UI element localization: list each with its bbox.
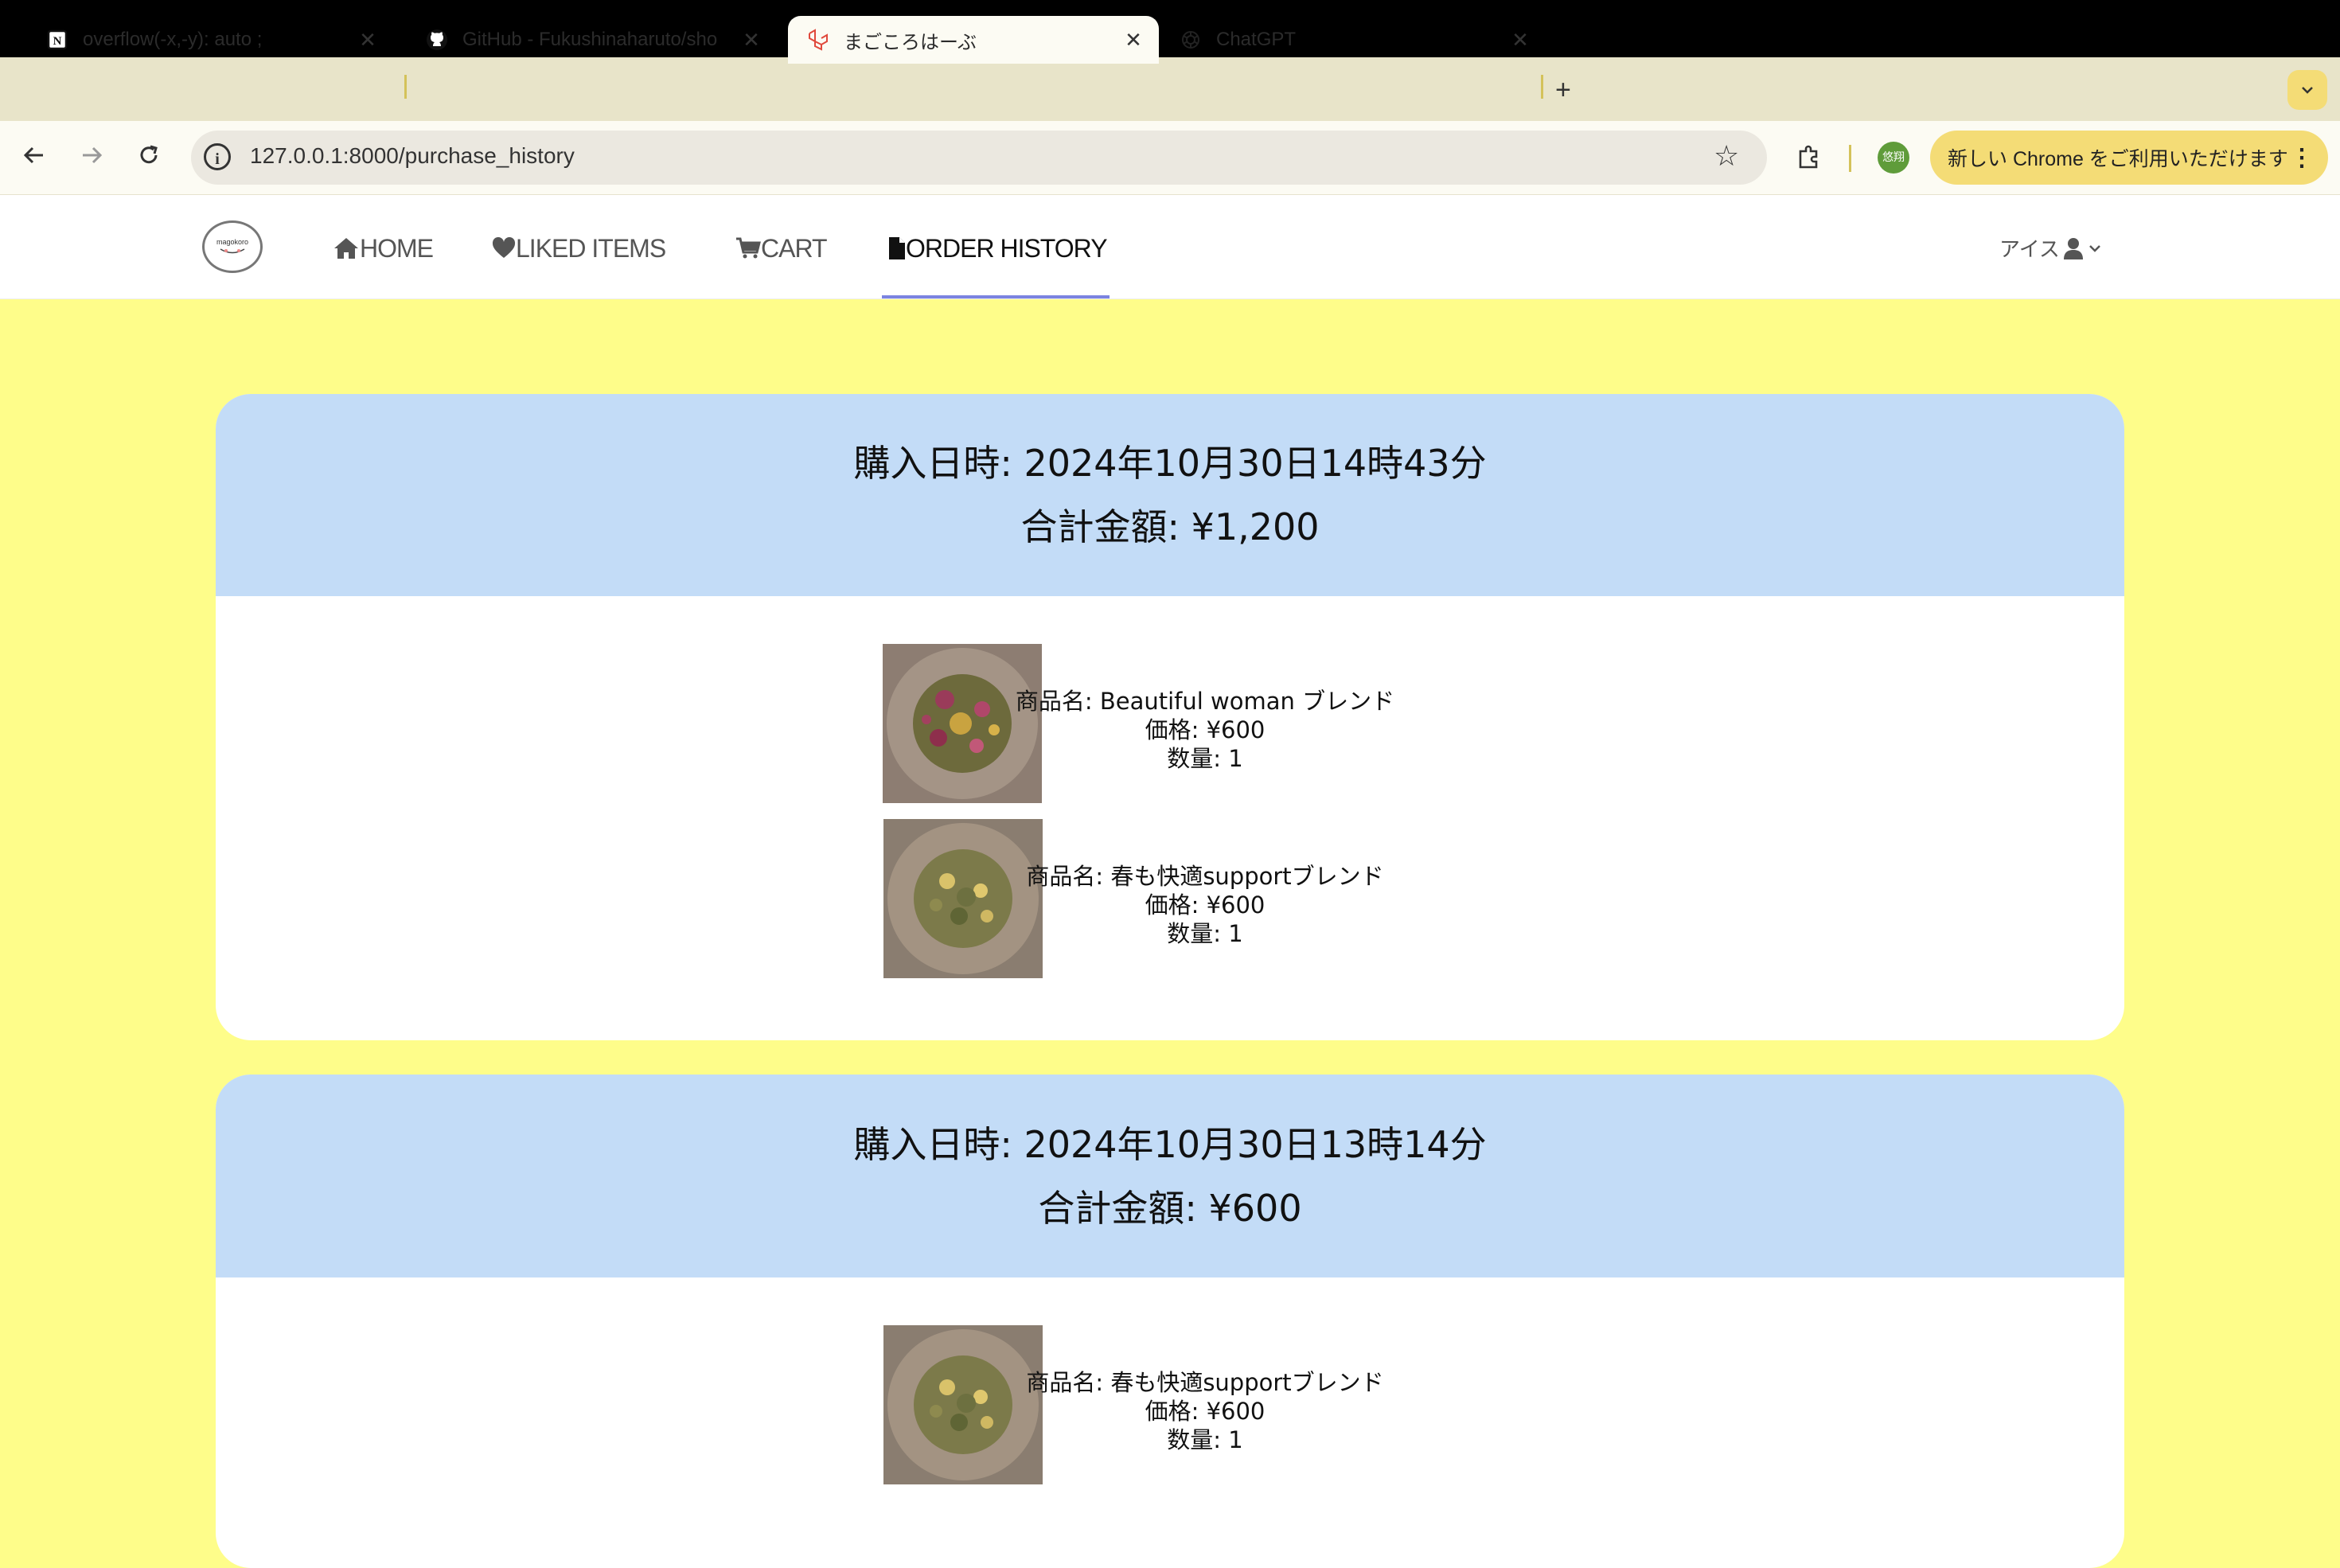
- item-name: 商品名: 春も快適supportブレンド: [1026, 1369, 1384, 1396]
- update-text: 新しい Chrome をご利用いただけます: [1948, 148, 2288, 170]
- item-price: 価格: ¥600: [1145, 1398, 1266, 1425]
- tab-title: GitHub - Fukushinaharuto/sho: [462, 29, 718, 50]
- item-price: 価格: ¥600: [1145, 716, 1266, 743]
- close-tab-icon[interactable]: ✕: [1122, 28, 1145, 53]
- nav-order-history-label: ORDER HISTORY: [906, 233, 1108, 263]
- notion-icon: N: [46, 29, 68, 51]
- order-date: 購入日時: 2024年10月30日14時43分: [853, 442, 1487, 485]
- nav-cart-label: CART: [761, 233, 828, 263]
- tab-separator: [1541, 75, 1543, 99]
- order-header: 購入日時: 2024年10月30日14時43分 合計金額: ¥1,200: [216, 394, 2124, 596]
- tab-github[interactable]: GitHub - Fukushinaharuto/sho ✕: [407, 16, 777, 64]
- close-tab-icon[interactable]: ✕: [740, 28, 762, 53]
- tab-title: overflow(-x,-y): auto ;: [83, 29, 263, 50]
- active-nav-indicator: [882, 295, 1110, 298]
- order-header: 購入日時: 2024年10月30日13時14分 合計金額: ¥600: [216, 1075, 2124, 1277]
- laravel-icon: [807, 29, 829, 51]
- arrow-left-icon: [23, 146, 43, 164]
- tab-title: ChatGPT: [1216, 29, 1297, 50]
- user-icon: [2063, 237, 2083, 259]
- nav-order-history[interactable]: ORDER HISTORY: [888, 228, 1108, 268]
- tab-strip: [0, 57, 2340, 121]
- item-price: 価格: ¥600: [1145, 891, 1266, 919]
- chevron-down-icon: [2302, 87, 2313, 94]
- github-icon: [426, 29, 448, 51]
- heart-icon: [492, 237, 516, 258]
- item-quantity: 数量: 1: [1167, 920, 1243, 947]
- arrow-right-icon: [83, 146, 103, 164]
- tab-title: まごころはーぶ: [844, 31, 977, 53]
- item-name: 商品名: 春も快適supportブレンド: [1026, 863, 1384, 890]
- user-menu[interactable]: アイス: [1999, 233, 2103, 263]
- home-icon: [334, 238, 358, 259]
- forward-button[interactable]: [78, 142, 105, 175]
- item-name: 商品名: Beautiful woman ブレンド: [1015, 688, 1395, 715]
- svg-text:magokoro: magokoro: [216, 238, 248, 246]
- back-button[interactable]: [21, 142, 48, 175]
- tab-chatgpt[interactable]: ChatGPT ✕: [1160, 16, 1546, 64]
- close-tab-icon[interactable]: ✕: [1509, 28, 1531, 53]
- cart-icon: [736, 237, 761, 259]
- chrome-update-button[interactable]: 新しい Chrome をご利用いただけます ⋮: [1930, 131, 2328, 185]
- url-text[interactable]: 127.0.0.1:8000/purchase_history: [250, 143, 575, 169]
- nav-liked-items[interactable]: LIKED ITEMS: [492, 228, 666, 268]
- more-menu-icon[interactable]: ⋮: [2290, 144, 2314, 172]
- document-icon: [889, 237, 905, 259]
- reload-button[interactable]: [135, 142, 162, 175]
- toolbar-separator: [1849, 145, 1851, 172]
- tab-separator: [404, 75, 407, 99]
- bookmark-star-icon[interactable]: ☆: [1714, 140, 1739, 173]
- nav-home[interactable]: HOME: [333, 228, 434, 268]
- nav-liked-label: LIKED ITEMS: [516, 233, 666, 263]
- nav-home-label: HOME: [360, 233, 434, 263]
- extensions-icon[interactable]: [1794, 143, 1823, 175]
- tab-search-button[interactable]: [2287, 70, 2327, 110]
- order-card: 購入日時: 2024年10月30日13時14分 合計金額: ¥600 商品名: …: [216, 1075, 2124, 1568]
- chatgpt-icon: [1180, 29, 1202, 51]
- user-name: アイス: [1999, 238, 2060, 262]
- chevron-down-icon: [2089, 244, 2100, 252]
- reload-icon: [140, 145, 158, 164]
- nav-cart[interactable]: CART: [735, 228, 828, 268]
- close-tab-icon[interactable]: ✕: [357, 28, 379, 53]
- order-total: 合計金額: ¥600: [1038, 1186, 1302, 1230]
- order-total: 合計金額: ¥1,200: [1020, 505, 1320, 548]
- site-logo[interactable]: magokoro: [202, 220, 263, 273]
- svg-text:N: N: [53, 35, 62, 48]
- tab-notion[interactable]: N overflow(-x,-y): auto ; ✕: [27, 16, 393, 64]
- item-quantity: 数量: 1: [1167, 745, 1243, 772]
- site-info-icon[interactable]: i: [204, 143, 231, 170]
- order-card: 購入日時: 2024年10月30日14時43分 合計金額: ¥1,200 商品名…: [216, 394, 2124, 1040]
- item-quantity: 数量: 1: [1167, 1426, 1243, 1453]
- order-date: 購入日時: 2024年10月30日13時14分: [853, 1122, 1487, 1166]
- tab-magokoro[interactable]: まごころはーぶ ✕: [788, 16, 1159, 64]
- profile-avatar[interactable]: 悠翔: [1878, 142, 1909, 174]
- new-tab-button[interactable]: +: [1555, 75, 1571, 106]
